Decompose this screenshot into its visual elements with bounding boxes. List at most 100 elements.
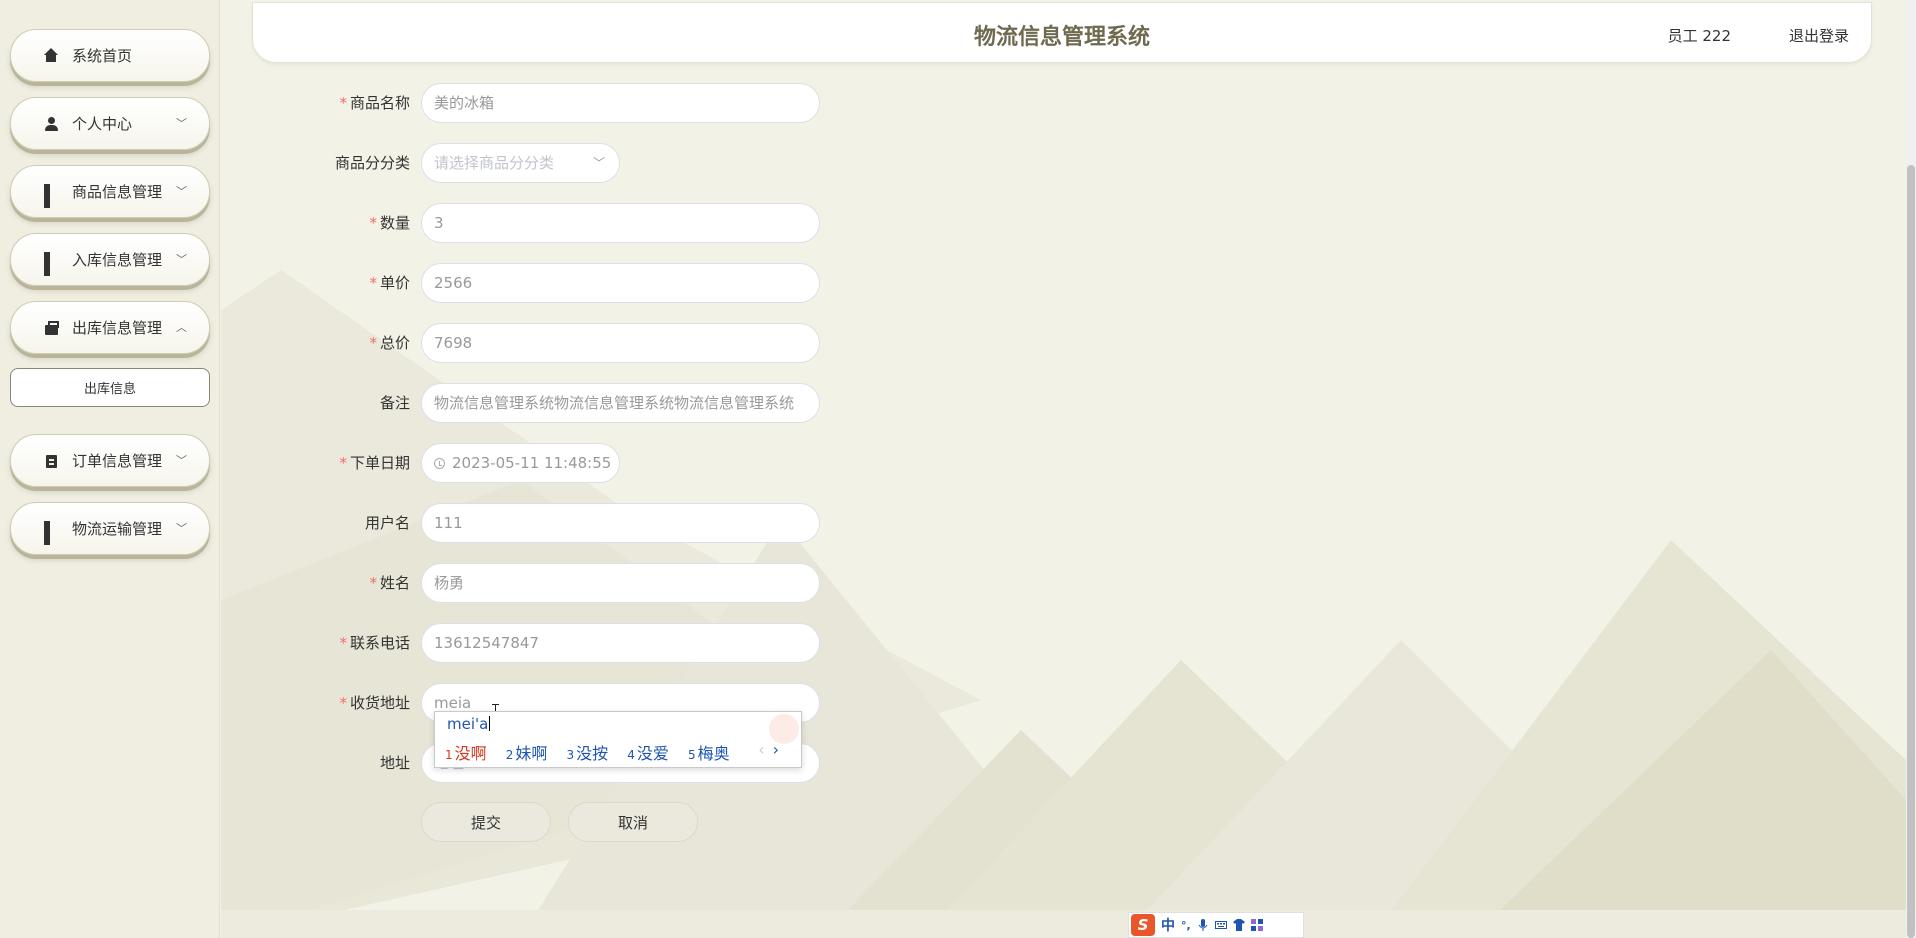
home-icon (44, 47, 60, 64)
sidebar-item-outbound-management[interactable]: 出库信息管理 ︿ (10, 301, 210, 354)
grid-icon (44, 520, 60, 545)
sidebar-item-label: 订单信息管理 (72, 452, 163, 470)
field-label: 用户名 (364, 514, 410, 532)
ime-candidate[interactable]: 3 没按 (567, 744, 609, 763)
ime-candidate[interactable]: 4 没爱 (627, 744, 669, 763)
field-label: 地址 (379, 754, 410, 772)
candidate-number: 5 (688, 748, 696, 762)
field-label: 姓名 (379, 574, 410, 592)
ime-prev-page-button[interactable]: ‹ (758, 740, 764, 759)
candidate-number: 2 (505, 748, 514, 762)
sidebar-item-order-management[interactable]: 订单信息管理 ﹀ (10, 434, 210, 487)
form-row-name: * 姓名 杨勇 (300, 563, 860, 603)
sidebar-item-home[interactable]: 系统首页 (10, 29, 210, 82)
quantity-input[interactable]: 3 (421, 203, 820, 243)
candidate-number: 3 (566, 748, 575, 762)
ime-candidate-list: 1 没啊 2 妹啊 3 没按 4 没爱 5 梅奥 (445, 740, 744, 764)
required-mark: * (369, 274, 377, 292)
ime-candidate[interactable]: 2 妹啊 (506, 744, 548, 763)
ime-candidate-popup: mei'a 1 没啊 2 妹啊 3 没按 4 没爱 5 梅奥 ‹ › (434, 711, 802, 768)
sidebar-item-label: 个人中心 (72, 115, 133, 133)
scrollbar-thumb[interactable] (1907, 165, 1915, 938)
form-row-username: 用户名 111 (300, 503, 860, 543)
user-label: 员工 222 (1667, 27, 1731, 45)
name-input[interactable]: 杨勇 (421, 563, 820, 603)
candidate-text: 没啊 (454, 744, 487, 763)
keyboard-icon[interactable] (1214, 919, 1227, 931)
product-name-input[interactable]: 美的冰箱 (421, 83, 820, 123)
required-mark: * (369, 574, 377, 592)
chevron-down-icon: ﹀ (176, 522, 187, 535)
user-icon (44, 116, 60, 132)
field-label: 数量 (379, 214, 410, 232)
form-row-unit-price: * 单价 2566 (300, 263, 860, 303)
required-mark: * (339, 94, 347, 112)
category-select[interactable]: 请选择商品分分类 ﹀ (421, 143, 620, 183)
sidebar-subitem-outbound-info[interactable]: 出库信息 (10, 368, 210, 407)
candidate-number: 1 (445, 748, 453, 762)
ime-candidate[interactable]: 1 没啊 (445, 744, 487, 763)
field-label: 商品名称 (349, 94, 410, 112)
ime-page-arrows: ‹ › (758, 740, 779, 759)
form-row-total-price: * 总价 7698 (300, 323, 860, 363)
field-label: 单价 (379, 274, 410, 292)
field-label: 下单日期 (349, 454, 410, 472)
field-label: 总价 (379, 334, 410, 352)
form-row-quantity: * 数量 3 (300, 203, 860, 243)
clipboard-icon (44, 453, 60, 469)
username-input[interactable]: 111 (421, 503, 820, 543)
ime-mode-toggle[interactable]: 中 (1161, 915, 1175, 935)
phone-input[interactable]: 13612547847 (421, 623, 820, 663)
chevron-down-icon: ﹀ (176, 185, 187, 198)
skin-shirt-icon[interactable] (1232, 919, 1245, 931)
sogou-logo-icon[interactable]: S (1131, 914, 1155, 936)
submit-button[interactable]: 提交 (421, 802, 551, 842)
vertical-scrollbar[interactable] (1906, 0, 1916, 938)
sidebar-item-product-management[interactable]: 商品信息管理 ﹀ (10, 165, 210, 218)
candidate-text: 没按 (576, 744, 609, 763)
cancel-button[interactable]: 取消 (568, 802, 698, 842)
sidebar-item-label: 物流运输管理 (72, 520, 163, 538)
form-row-order-date: * 下单日期 2023-05-11 11:48:55 (300, 443, 860, 483)
sidebar-item-inbound-management[interactable]: 入库信息管理 ﹀ (10, 233, 210, 286)
sidebar-item-label: 商品信息管理 (72, 183, 163, 201)
sidebar-item-label: 系统首页 (72, 47, 133, 65)
ime-candidate[interactable]: 5 梅奥 (688, 744, 730, 763)
top-header: 物流信息管理系统 员工 222 退出登录 (252, 2, 1872, 63)
field-label: 联系电话 (349, 634, 410, 652)
chevron-down-icon: ﹀ (176, 454, 187, 467)
order-date-picker[interactable]: 2023-05-11 11:48:55 (421, 443, 620, 483)
ime-pinyin: mei'a (447, 715, 489, 733)
chevron-up-icon: ︿ (176, 321, 187, 334)
candidate-text: 妹啊 (515, 744, 548, 763)
field-label: 备注 (379, 394, 410, 412)
ime-toolbar: S 中 °, (1128, 912, 1304, 938)
candidate-text: 没爱 (636, 744, 669, 763)
sidebar-item-logistics-management[interactable]: 物流运输管理 ﹀ (10, 502, 210, 555)
logout-button[interactable]: 退出登录 (1789, 25, 1849, 46)
form-row-category: 商品分分类 请选择商品分分类 ﹀ (300, 143, 860, 183)
total-price-input[interactable]: 7698 (421, 323, 820, 363)
microphone-icon[interactable] (1197, 919, 1209, 931)
category-select-placeholder: 请选择商品分分类 (434, 154, 555, 172)
page-title: 物流信息管理系统 (973, 25, 1150, 50)
ime-next-page-button[interactable]: › (773, 740, 779, 759)
order-date-value: 2023-05-11 11:48:55 (452, 454, 612, 472)
required-mark: * (339, 694, 347, 712)
form-row-remark: 备注 物流信息管理系统物流信息管理系统物流信息管理系统 (300, 383, 860, 423)
chevron-down-icon: ﹀ (176, 117, 187, 130)
ime-punctuation-toggle[interactable]: °, (1181, 919, 1191, 932)
form-row-product-name: * 商品名称 美的冰箱 (300, 83, 860, 123)
form-row-phone: * 联系电话 13612547847 (300, 623, 860, 663)
sidebar: 系统首页 个人中心 ﹀ 商品信息管理 ﹀ 入库信息管理 ﹀ 出库信息管理 ︿ 出… (0, 0, 220, 938)
required-mark: * (339, 454, 347, 472)
chevron-down-icon: ﹀ (176, 253, 187, 266)
toolbox-grid-icon[interactable] (1250, 919, 1263, 931)
unit-price-input[interactable]: 2566 (421, 263, 820, 303)
required-mark: * (369, 334, 377, 352)
required-mark: * (369, 214, 377, 232)
sidebar-item-personal-center[interactable]: 个人中心 ﹀ (10, 97, 210, 150)
chevron-down-icon: ﹀ (592, 156, 605, 170)
remark-input[interactable]: 物流信息管理系统物流信息管理系统物流信息管理系统 (421, 383, 820, 423)
field-label: 收货地址 (349, 694, 410, 712)
